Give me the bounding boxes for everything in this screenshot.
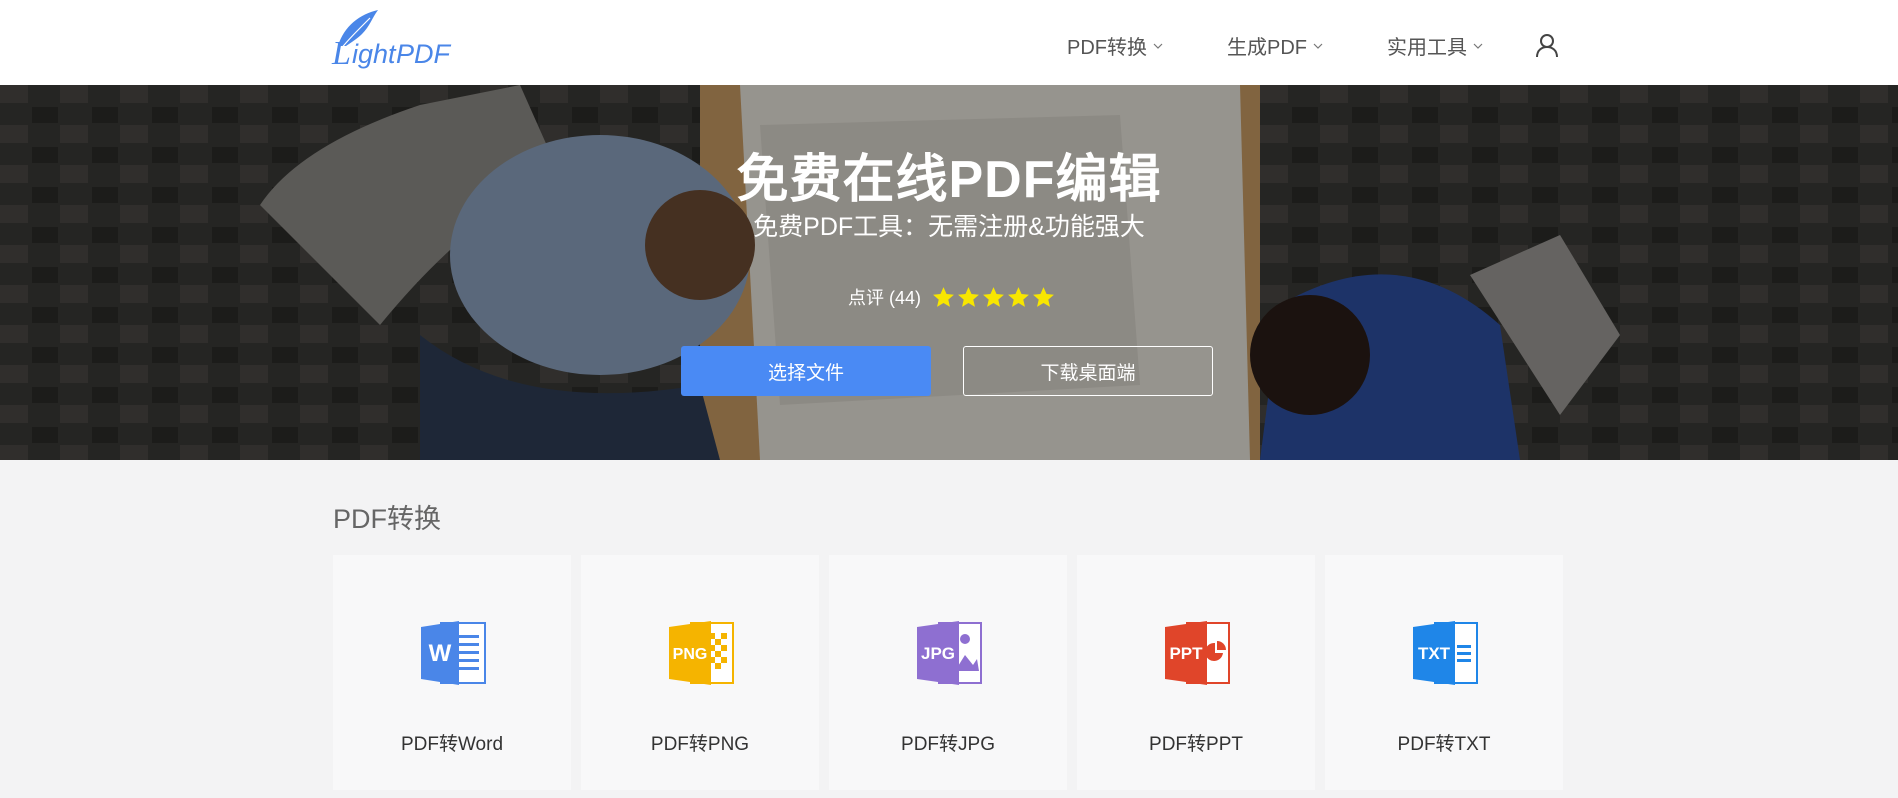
chevron-down-icon — [1473, 43, 1483, 49]
star-icon — [983, 286, 1004, 307]
card-label: PDF转TXT — [1397, 734, 1491, 755]
svg-text:PPT: PPT — [1169, 644, 1203, 663]
star-icon — [1033, 286, 1054, 307]
rating-summary: 点评 (44) — [848, 284, 1056, 310]
card-pdf-to-word[interactable]: W PDF转Word — [333, 555, 571, 790]
download-desktop-button[interactable]: 下载桌面端 — [963, 346, 1213, 396]
user-account-icon[interactable] — [1534, 32, 1560, 58]
chevron-down-icon — [1153, 43, 1163, 49]
svg-text:TXT: TXT — [1418, 644, 1451, 663]
ppt-icon: PPT — [1165, 621, 1230, 685]
card-pdf-to-txt[interactable]: TXT PDF转TXT — [1325, 555, 1563, 790]
card-pdf-to-ppt[interactable]: PPT PDF转PPT — [1077, 555, 1315, 790]
card-label: PDF转PNG — [650, 734, 750, 755]
nav-create-pdf-label: 生成PDF — [1227, 37, 1307, 59]
svg-text:JPG: JPG — [921, 644, 955, 663]
nav-create-pdf[interactable]: 生成PDF — [1227, 31, 1324, 60]
lightpdf-logo[interactable]: L ight PDF — [326, 6, 462, 78]
nav-utilities[interactable]: 实用工具 — [1387, 31, 1484, 60]
nav-utilities-label: 实用工具 — [1387, 37, 1467, 59]
jpg-icon: JPG — [917, 621, 982, 685]
svg-text:PDF: PDF — [396, 39, 452, 69]
png-icon: PNG — [669, 621, 734, 685]
section-title: PDF转换 — [333, 504, 441, 534]
card-label: PDF转JPG — [901, 734, 995, 755]
rating-label: 点评 (44) — [848, 288, 922, 308]
top-header: L ight PDF PDF转换 生成PDF 实用工具 — [0, 0, 1898, 85]
feather-logo-icon: L ight PDF — [331, 10, 452, 72]
nav-pdf-convert-label: PDF转换 — [1067, 37, 1147, 59]
svg-text:PNG: PNG — [673, 646, 708, 663]
card-pdf-to-jpg[interactable]: JPG PDF转JPG — [829, 555, 1067, 790]
word-icon: W — [421, 621, 486, 685]
card-pdf-to-png[interactable]: PNG PDF转PNG — [581, 555, 819, 790]
txt-icon: TXT — [1413, 621, 1478, 685]
star-icon — [958, 286, 979, 307]
chevron-down-icon — [1313, 43, 1323, 49]
rating-stars — [931, 285, 1056, 310]
nav-pdf-convert[interactable]: PDF转换 — [1067, 31, 1164, 60]
hero-subtitle: 免费PDF工具：无需注册&功能强大 — [753, 213, 1145, 241]
hero-title: 免费在线PDF编辑 — [736, 151, 1162, 209]
svg-text:L: L — [331, 35, 351, 72]
star-icon — [933, 286, 954, 307]
card-label: PDF转Word — [400, 734, 504, 755]
select-file-button[interactable]: 选择文件 — [681, 346, 931, 396]
hero-banner: 免费在线PDF编辑 免费PDF工具：无需注册&功能强大 点评 (44) 选择文件… — [0, 85, 1898, 460]
star-icon — [1008, 286, 1029, 307]
svg-text:ight: ight — [352, 39, 397, 69]
svg-text:W: W — [429, 640, 452, 667]
card-label: PDF转PPT — [1149, 734, 1243, 755]
